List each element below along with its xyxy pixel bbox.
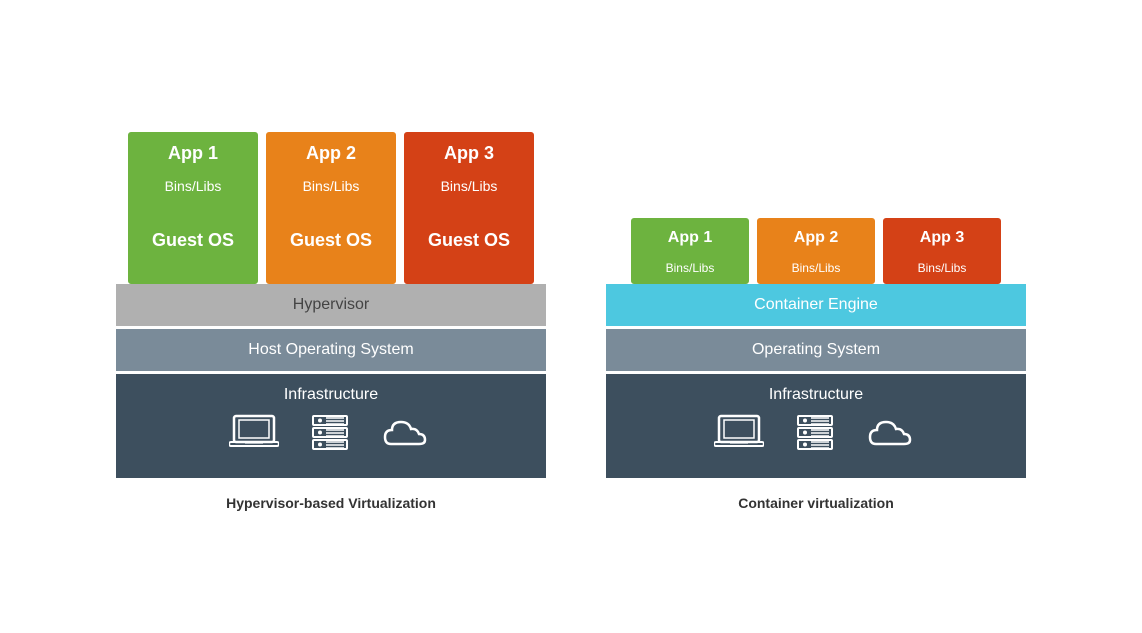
right-app2-label: App 2 — [760, 221, 872, 255]
left-section: App 1 Bins/Libs Guest OS App 2 Bins/Libs… — [116, 132, 546, 511]
right-container-engine-layer: Container Engine — [606, 284, 1026, 326]
left-containers-row: App 1 Bins/Libs Guest OS App 2 Bins/Libs… — [128, 132, 534, 284]
laptop-icon-left — [229, 414, 279, 452]
right-bins3-label: Bins/Libs — [886, 255, 998, 281]
laptop-icon-right — [714, 414, 764, 452]
left-app3-label: App 3 — [407, 135, 531, 172]
right-container-orange: App 2 Bins/Libs — [757, 218, 875, 284]
right-bins2-label: Bins/Libs — [760, 255, 872, 281]
left-guestos1-label: Guest OS — [131, 200, 255, 281]
left-infra-icons — [126, 404, 536, 466]
cloud-icon-left — [381, 414, 433, 452]
left-infra-layer: Infrastructure — [116, 374, 546, 478]
right-infra-text: Infrastructure — [769, 386, 863, 403]
diagram-wrapper: App 1 Bins/Libs Guest OS App 2 Bins/Libs… — [76, 102, 1066, 531]
right-bins1-label: Bins/Libs — [634, 255, 746, 281]
left-host-os-layer: Host Operating System — [116, 329, 546, 371]
left-bins2-label: Bins/Libs — [269, 172, 393, 200]
left-app2-label: App 2 — [269, 135, 393, 172]
left-guestos2-label: Guest OS — [269, 200, 393, 281]
left-infra-text: Infrastructure — [284, 386, 378, 403]
left-bins1-label: Bins/Libs — [131, 172, 255, 200]
left-stack: Hypervisor Host Operating System Infrast… — [116, 284, 546, 481]
right-container-green: App 1 Bins/Libs — [631, 218, 749, 284]
right-os-layer: Operating System — [606, 329, 1026, 371]
cloud-icon-right — [866, 414, 918, 452]
right-containers-row: App 1 Bins/Libs App 2 Bins/Libs App 3 Bi… — [631, 218, 1001, 284]
left-bins3-label: Bins/Libs — [407, 172, 531, 200]
left-guestos3-label: Guest OS — [407, 200, 531, 281]
right-stack: Container Engine Operating System Infras… — [606, 284, 1026, 481]
left-container-red: App 3 Bins/Libs Guest OS — [404, 132, 534, 284]
right-diagram-label: Container virtualization — [738, 495, 894, 511]
server-icon-left — [309, 414, 351, 452]
left-app1-label: App 1 — [131, 135, 255, 172]
left-container-green: App 1 Bins/Libs Guest OS — [128, 132, 258, 284]
left-hypervisor-layer: Hypervisor — [116, 284, 546, 326]
right-infra-icons — [616, 404, 1016, 466]
left-diagram-label: Hypervisor-based Virtualization — [226, 495, 436, 511]
left-container-orange: App 2 Bins/Libs Guest OS — [266, 132, 396, 284]
right-infra-layer: Infrastructure — [606, 374, 1026, 478]
server-icon-right — [794, 414, 836, 452]
right-app3-label: App 3 — [886, 221, 998, 255]
right-section: App 1 Bins/Libs App 2 Bins/Libs App 3 Bi… — [606, 218, 1026, 511]
right-app1-label: App 1 — [634, 221, 746, 255]
right-container-red: App 3 Bins/Libs — [883, 218, 1001, 284]
